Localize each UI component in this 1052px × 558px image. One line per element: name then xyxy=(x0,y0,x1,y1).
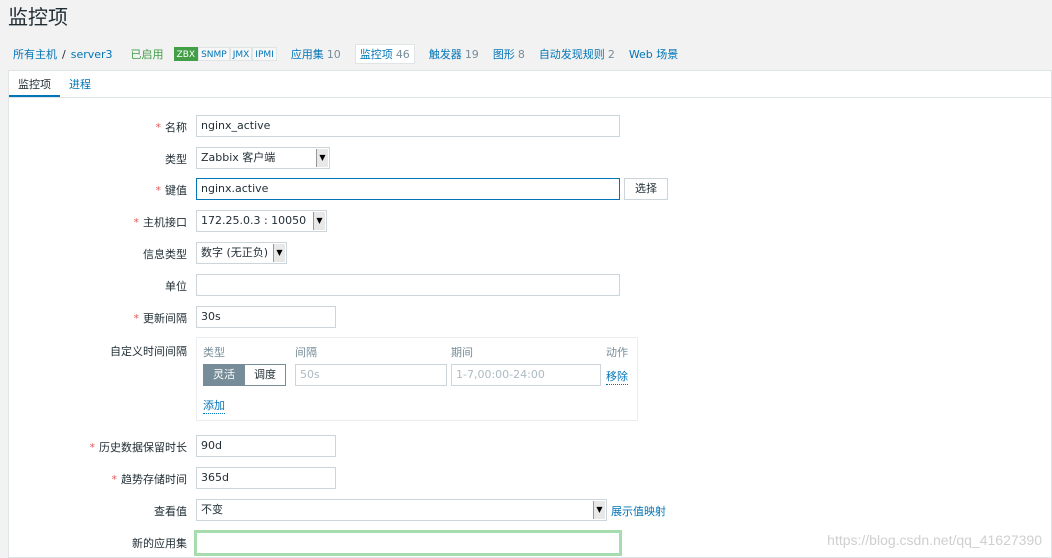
link-web-label: Web 场景 xyxy=(628,48,679,61)
col-header-action: 动作 xyxy=(606,346,628,359)
badge-snmp: SNMP xyxy=(198,47,230,61)
mode-flexible-button[interactable]: 灵活 xyxy=(203,364,245,386)
type-select[interactable]: Zabbix 客户端 ▼ xyxy=(196,147,330,169)
link-applications[interactable]: 应用集 10 xyxy=(291,46,341,62)
history-label-text: 历史数据保留时长 xyxy=(99,441,187,454)
link-triggers[interactable]: 触发器 19 xyxy=(429,46,479,62)
required-mark: * xyxy=(133,216,140,229)
key-label: * 键值 xyxy=(156,182,188,198)
interface-select-value: 172.25.0.3 : 10050 xyxy=(201,214,307,227)
breadcrumb-host[interactable]: server3 xyxy=(71,48,113,61)
interface-label: * 主机接口 xyxy=(134,214,188,230)
link-discovery-label: 自动发现规则 xyxy=(538,48,605,61)
link-discovery[interactable]: 自动发现规则 2 xyxy=(539,46,615,62)
custom-intervals-table: 类型 间隔 期间 动作 灵活 调度 50s 1-7,00:00-24:00 移除… xyxy=(196,337,638,421)
link-graphs[interactable]: 图形 8 xyxy=(493,46,525,62)
key-select-button[interactable]: 选择 xyxy=(624,178,668,200)
chevron-down-icon: ▼ xyxy=(593,501,605,519)
col-header-interval: 间隔 xyxy=(295,346,317,359)
link-items-label: 监控项 xyxy=(359,48,393,61)
show-value-select-value: 不变 xyxy=(201,503,223,516)
info-type-label: 信息类型 xyxy=(143,248,187,261)
page-header: 监控项 xyxy=(0,0,1052,34)
breadcrumb-all-hosts[interactable]: 所有主机 xyxy=(13,46,57,62)
required-mark: * xyxy=(111,473,118,486)
show-value-mappings-link[interactable]: 展示值映射 xyxy=(611,503,666,519)
custom-period-input[interactable]: 1-7,00:00-24:00 xyxy=(451,364,601,386)
interval-type-toggle: 灵活 调度 xyxy=(203,364,286,386)
link-graphs-count: 8 xyxy=(517,48,525,61)
info-type-select-value: 数字 (无正负) xyxy=(201,246,269,259)
tab-item[interactable]: 监控项 xyxy=(9,71,60,97)
key-label-text: 键值 xyxy=(165,184,187,197)
link-items[interactable]: 监控项 46 xyxy=(354,44,415,64)
type-select-value: Zabbix 客户端 xyxy=(201,151,276,164)
link-web[interactable]: Web 场景 xyxy=(629,46,678,62)
mode-scheduling-button[interactable]: 调度 xyxy=(245,364,286,386)
interval-label-text: 更新间隔 xyxy=(143,312,187,325)
link-discovery-count: 2 xyxy=(607,48,615,61)
required-mark: * xyxy=(155,184,162,197)
col-header-type: 类型 xyxy=(203,346,225,359)
units-label: 单位 xyxy=(165,280,187,293)
badge-jmx: JMX xyxy=(229,47,253,61)
type-label: 类型 xyxy=(165,153,187,166)
trends-label: * 趋势存储时间 xyxy=(112,471,188,487)
custom-interval-input[interactable]: 50s xyxy=(295,364,447,386)
remove-interval-link[interactable]: 移除 xyxy=(606,368,628,385)
interface-label-text: 主机接口 xyxy=(143,216,187,229)
required-mark: * xyxy=(89,441,96,454)
add-interval-link[interactable]: 添加 xyxy=(203,397,225,414)
badge-ipmi: IPMI xyxy=(252,47,277,61)
new-application-input[interactable] xyxy=(194,530,622,556)
new-application-label: 新的应用集 xyxy=(132,537,187,550)
watermark: https://blog.csdn.net/qq_41627390 xyxy=(827,532,1042,548)
link-items-count: 46 xyxy=(395,48,410,61)
page-title: 监控项 xyxy=(8,5,68,29)
chevron-down-icon: ▼ xyxy=(313,212,325,230)
history-input[interactable]: 90d xyxy=(196,435,336,457)
units-input[interactable] xyxy=(196,274,620,296)
chevron-down-icon: ▼ xyxy=(273,244,285,262)
required-mark: * xyxy=(155,121,162,134)
tab-bar: 监控项 进程 xyxy=(9,71,1051,98)
tab-preprocessing[interactable]: 进程 xyxy=(60,71,100,97)
trends-label-text: 趋势存储时间 xyxy=(121,473,187,486)
interface-select[interactable]: 172.25.0.3 : 10050 ▼ xyxy=(196,210,327,232)
chevron-down-icon: ▼ xyxy=(316,149,328,167)
interval-label: * 更新间隔 xyxy=(134,310,188,326)
show-value-select[interactable]: 不变 ▼ xyxy=(196,499,607,521)
status-enabled[interactable]: 已启用 xyxy=(131,46,164,62)
link-applications-label: 应用集 xyxy=(290,48,324,61)
link-applications-count: 10 xyxy=(326,48,341,61)
breadcrumb: 所有主机 / server3 已启用 ZBX SNMP JMX IPMI 应用集 10 … xyxy=(13,44,678,64)
name-input[interactable]: nginx_active xyxy=(196,115,620,137)
link-graphs-label: 图形 xyxy=(492,48,515,61)
key-input[interactable]: nginx.active xyxy=(196,178,620,200)
breadcrumb-separator: / xyxy=(62,47,66,61)
link-triggers-label: 触发器 xyxy=(428,48,462,61)
col-header-period: 期间 xyxy=(451,346,473,359)
history-label: * 历史数据保留时长 xyxy=(90,439,188,455)
badge-zbx: ZBX xyxy=(173,47,199,61)
required-mark: * xyxy=(133,312,140,325)
name-label: * 名称 xyxy=(156,119,188,135)
info-type-select[interactable]: 数字 (无正负) ▼ xyxy=(196,242,287,264)
show-value-label: 查看值 xyxy=(154,505,187,518)
interval-input[interactable]: 30s xyxy=(196,306,336,328)
trends-input[interactable]: 365d xyxy=(196,467,336,489)
link-triggers-count: 19 xyxy=(464,48,479,61)
custom-intervals-label: 自定义时间间隔 xyxy=(110,345,187,358)
form-panel: 监控项 进程 * 名称 nginx_active 类型 Zabbix 客户端 ▼ *… xyxy=(8,70,1052,558)
name-label-text: 名称 xyxy=(165,121,187,134)
